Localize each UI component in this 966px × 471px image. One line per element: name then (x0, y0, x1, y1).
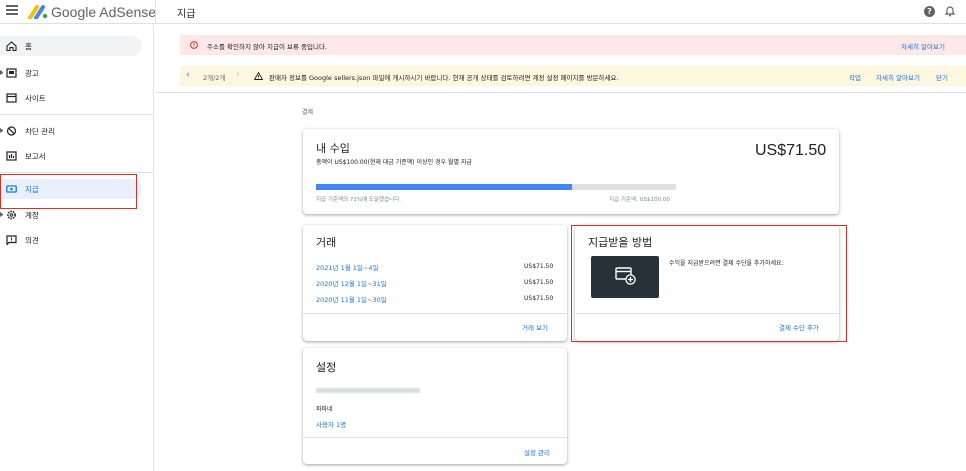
transaction-period-link[interactable]: 2021년 1월 1일~4일 (316, 262, 378, 272)
alert-learn-more-link[interactable]: 자세히 알아보기 (901, 41, 945, 51)
manage-settings-link[interactable]: 설정 관리 (524, 447, 550, 457)
page-title: 지급 (177, 9, 196, 20)
block-icon (6, 126, 17, 136)
transactions-card: 거래 2021년 1월 1일~4일 US$71.50 2020년 12월 1일~… (303, 225, 567, 341)
transaction-amount: US$71.50 (524, 295, 554, 302)
threshold-progress-fill (316, 184, 572, 190)
ads-icon (6, 68, 17, 78)
transaction-amount: US$71.50 (524, 279, 554, 286)
card-divider (303, 313, 567, 314)
top-app-bar: Google AdSense 지급 ? (0, 0, 966, 24)
sidebar-item-label: 차단 관리 (25, 127, 55, 136)
transactions-title: 거래 (316, 236, 337, 249)
banner-text: 판매자 정보를 Google sellers.json 파일에 게시하시기 바랍… (269, 74, 619, 82)
sidebar-nav: 홈 광고 사이트 차단 관리 보고서 지급 계정 의견 (0, 25, 154, 471)
card-divider (303, 437, 567, 438)
banner-action-link[interactable]: 작업 (849, 72, 861, 82)
feedback-icon (6, 235, 17, 245)
sidebar-item-blocking[interactable]: 차단 관리 (0, 121, 142, 141)
account-gear-icon (7, 210, 16, 220)
sidebar-item-ads[interactable]: 광고 (0, 63, 142, 83)
banner-learn-more-link[interactable]: 자세히 알아보기 (876, 72, 920, 82)
warning-icon (254, 72, 263, 80)
sellers-json-banner: ‹ 2개/2개 › 판매자 정보를 Google sellers.json 파일… (180, 66, 966, 86)
earnings-title: 내 수입 (316, 142, 350, 155)
sidebar-item-label: 의견 (25, 236, 39, 245)
payments-highlight-box (0, 174, 137, 209)
sidebar-item-label: 홈 (25, 42, 32, 51)
sites-icon (6, 93, 17, 103)
notifications-bell-icon[interactable] (944, 5, 956, 17)
transaction-amount: US$71.50 (524, 263, 554, 270)
banner-close-link[interactable]: 닫기 (936, 72, 948, 82)
app-logo-text[interactable]: Google AdSense (51, 4, 156, 20)
redacted-account-info (316, 388, 420, 393)
settings-payee-name: 파파네 (316, 406, 333, 413)
settings-card: 설정 파파네 사용자 1명 설정 관리 (303, 348, 567, 464)
sidebar-item-reports[interactable]: 보고서 (0, 146, 142, 166)
sidebar-divider (0, 114, 154, 115)
alert-text: 주소를 확인하지 않아 지급이 보류 중입니다. (207, 43, 328, 51)
sidebar-item-home[interactable]: 홈 (0, 36, 142, 56)
threshold-label: 지급 기준액: US$100.00 (609, 197, 670, 203)
sidebar-divider (0, 172, 154, 173)
payment-method-highlight-box (571, 225, 847, 342)
transaction-period-link[interactable]: 2020년 11월 1일~30일 (316, 294, 387, 304)
progress-label: 지급 기준액의 71%에 도달했습니다. (316, 197, 401, 203)
earnings-subtitle: 총액이 US$100.00(현재 대금 기준액) 이상인 경우 월별 지급 (316, 159, 472, 166)
transaction-period-link[interactable]: 2020년 12월 1일~31일 (316, 278, 387, 288)
threshold-progress-bar (316, 184, 676, 190)
sidebar-item-label: 사이트 (25, 94, 46, 103)
sidebar-item-label: 계정 (25, 211, 39, 220)
view-transactions-link[interactable]: 거래 보기 (522, 322, 548, 332)
banner-pager: 2개/2개 (203, 74, 226, 82)
sidebar-item-label: 광고 (25, 69, 39, 78)
sidebar-item-label: 보고서 (25, 152, 46, 161)
sidebar-item-feedback[interactable]: 의견 (0, 230, 142, 250)
chevron-left-icon[interactable]: ‹ (186, 70, 190, 80)
home-icon (6, 41, 17, 51)
header-divider (155, 92, 966, 93)
breadcrumb: 결제 (302, 109, 314, 116)
top-divider (155, 0, 156, 24)
menu-icon[interactable] (6, 5, 18, 17)
help-icon[interactable]: ? (924, 6, 935, 17)
reports-icon (6, 151, 17, 161)
earnings-card: 내 수입 총액이 US$100.00(현재 대금 기준액) 이상인 경우 월별 … (303, 129, 839, 214)
earnings-amount: US$71.50 (755, 142, 827, 159)
chevron-right-icon[interactable]: › (236, 70, 240, 80)
sidebar-item-sites[interactable]: 사이트 (0, 88, 142, 108)
settings-users-link[interactable]: 사용자 1명 (316, 419, 346, 429)
settings-title: 설정 (316, 361, 337, 374)
sidebar-item-account[interactable]: 계정 (0, 205, 142, 225)
address-alert-banner: 주소를 확인하지 않아 지급이 보류 중입니다. 자세히 알아보기 (180, 35, 966, 55)
adsense-logo-icon (28, 5, 48, 19)
error-icon (190, 41, 198, 49)
